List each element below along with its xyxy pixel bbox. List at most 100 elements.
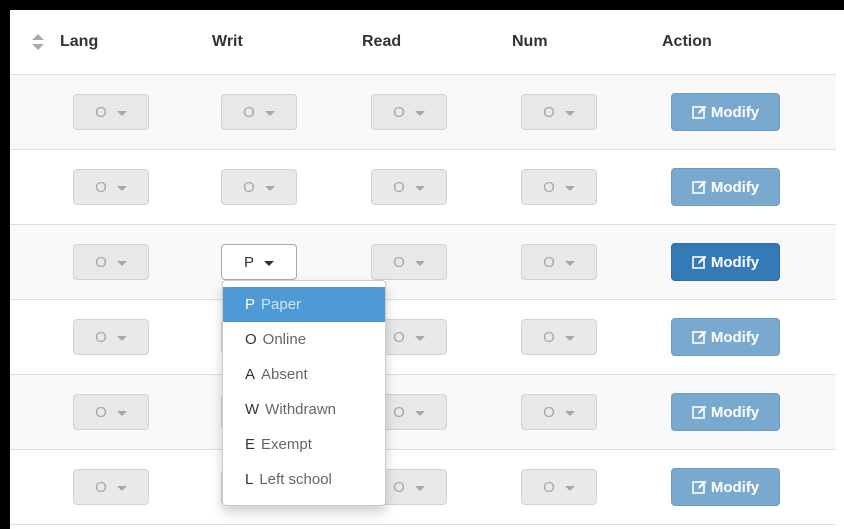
caret-down-icon [116,260,127,266]
column-header-read-label: Read [362,33,402,50]
caret-down-icon [414,485,425,491]
edit-icon [692,405,707,419]
cell-read: O [362,74,512,150]
menu-item-label: Withdrawn [265,401,337,418]
lang-dropdown[interactable]: O [73,469,149,505]
cell-num: O [512,149,662,225]
num-dropdown[interactable]: O [521,244,597,280]
caret-down-icon [264,185,275,191]
read-dropdown[interactable]: O [371,244,447,280]
cell-lang: O [10,149,212,225]
column-header-lang[interactable]: Lang [10,10,212,75]
modify-button[interactable]: Modify [671,468,780,506]
dropdown-value: O [543,403,555,421]
dropdown-value: O [393,478,405,496]
menu-item-label: Exempt [261,436,312,453]
modify-button[interactable]: Modify [671,243,780,281]
menu-item-left-school[interactable]: L Left school [223,462,385,497]
writ-dropdown-menu: P Paper O Online A Absent W Withdrawn E Exemp… [222,280,386,506]
num-dropdown[interactable]: O [521,394,597,430]
lang-dropdown[interactable]: O [73,169,149,205]
cell-read: O [362,149,512,225]
caret-down-icon [116,335,127,341]
caret-down-icon [564,185,575,191]
modify-button-label: Modify [710,478,760,496]
menu-item-code: O [245,331,257,348]
menu-item-code: A [245,366,256,383]
cell-num: O [512,374,662,450]
lang-dropdown[interactable]: O [73,244,149,280]
menu-item-label: Left school [259,471,332,488]
read-dropdown[interactable]: O [371,169,447,205]
table-row: O O O O Modify [10,374,836,450]
num-dropdown[interactable]: O [521,319,597,355]
menu-item-label: Absent [261,366,308,383]
dropdown-value: O [95,478,107,496]
caret-down-icon [414,335,425,341]
writ-dropdown-open[interactable]: P [221,244,297,280]
modify-button[interactable]: Modify [671,393,780,431]
menu-item-withdrawn[interactable]: W Withdrawn [223,392,385,427]
writ-dropdown[interactable]: O [221,169,297,205]
cell-lang: O [10,299,212,375]
edit-icon [692,180,707,194]
dropdown-value: O [243,178,255,196]
modify-button-label: Modify [710,403,760,421]
num-dropdown[interactable]: O [521,469,597,505]
cell-action: Modify [662,224,836,300]
dropdown-value: O [243,103,255,121]
cell-lang: O [10,224,212,300]
lang-dropdown[interactable]: O [73,319,149,355]
dropdown-value: O [543,478,555,496]
cell-action: Modify [662,449,836,525]
table-row: O O O O Modify [10,299,836,375]
cell-action: Modify [662,374,836,450]
caret-down-icon [116,410,127,416]
menu-item-paper[interactable]: P Paper [223,287,385,322]
dropdown-value: O [543,178,555,196]
edit-icon [692,255,707,269]
caret-down-icon [414,410,425,416]
column-header-read: Read [362,10,512,75]
dropdown-value: O [393,403,405,421]
modify-button-label: Modify [710,178,760,196]
writ-dropdown[interactable]: O [221,94,297,130]
menu-item-label: Paper [261,296,302,313]
caret-down-icon [116,110,127,116]
dropdown-value: O [95,253,107,271]
column-header-num-label: Num [512,33,548,50]
menu-item-online[interactable]: O Online [223,322,385,357]
column-header-writ-label: Writ [212,33,243,50]
modify-button[interactable]: Modify [671,318,780,356]
edit-icon [692,105,707,119]
column-header-action-label: Action [662,33,712,50]
table-row: O P O O Modify [10,224,836,300]
modify-button[interactable]: Modify [671,93,780,131]
menu-item-code: P [245,296,256,313]
caret-down-icon [264,260,274,266]
dropdown-value: O [393,178,405,196]
table-row: O O O O Modify [10,74,836,150]
edit-icon [692,330,707,344]
num-dropdown[interactable]: O [521,94,597,130]
modify-button[interactable]: Modify [671,168,780,206]
lang-dropdown[interactable]: O [73,394,149,430]
dropdown-value: O [393,103,405,121]
menu-item-exempt[interactable]: E Exempt [223,427,385,462]
cell-num: O [512,74,662,150]
menu-item-absent[interactable]: A Absent [223,357,385,392]
edit-icon [692,480,707,494]
num-dropdown[interactable]: O [521,169,597,205]
column-header-action: Action [662,10,836,75]
cell-num: O [512,449,662,525]
cell-lang: O [10,449,212,525]
modify-button-label: Modify [710,328,760,346]
menu-item-code: L [245,471,254,488]
dropdown-value: O [95,328,107,346]
dropdown-value: O [393,328,405,346]
read-dropdown[interactable]: O [371,94,447,130]
cell-action: Modify [662,74,836,150]
sort-icon[interactable] [30,33,46,51]
lang-dropdown[interactable]: O [73,94,149,130]
column-header-num: Num [512,10,662,75]
